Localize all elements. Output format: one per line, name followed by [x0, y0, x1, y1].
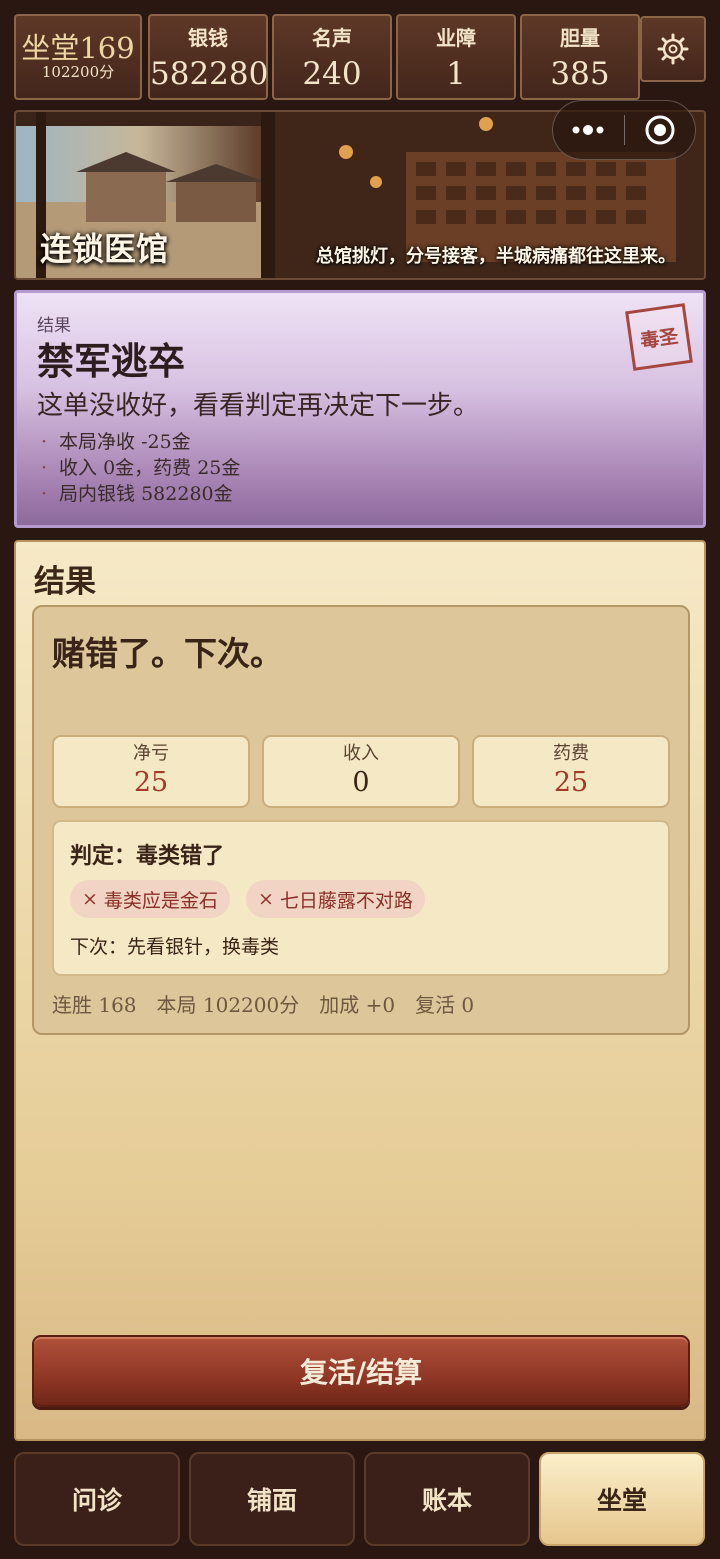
list-item: · 局内银钱 582280金	[41, 483, 233, 505]
metric-label: 收入	[343, 743, 379, 764]
result-bullets: · 本局净收 -25金 · 收入 0金，药费 25金 · 局内银钱 582280金	[41, 429, 240, 507]
bullet-text: 本局净收 -25金	[59, 431, 191, 453]
rank-score: 102200分	[41, 63, 115, 81]
chip-text: 七日藤露不对路	[279, 889, 413, 912]
result-quote: 赌错了。下次。	[52, 634, 283, 673]
gear-icon	[657, 33, 689, 65]
stat-label: 业障	[436, 26, 476, 50]
metric-medicine-cost: 药费 25	[472, 735, 670, 808]
metric-value: 0	[352, 767, 370, 798]
more-button[interactable]	[553, 100, 624, 160]
close-button[interactable]	[625, 100, 696, 160]
stat-label: 胆量	[560, 26, 600, 50]
verdict-box: 判定：毒类错了 × 毒类应是金石 × 七日藤露不对路 下次：先看银针，换毒类	[52, 820, 670, 976]
chip-text: 毒类应是金石	[103, 889, 218, 912]
list-item: · 本局净收 -25金	[41, 431, 191, 453]
stat-value: 240	[302, 56, 362, 92]
error-chip: × 七日藤露不对路	[246, 880, 425, 918]
stat-label: 名声	[312, 26, 352, 50]
panel-title: 结果	[34, 564, 96, 600]
error-chip: × 毒类应是金石	[70, 880, 230, 918]
verdict-title: 判定：毒类错了	[70, 843, 225, 869]
stat-silver: 银钱 582280	[148, 14, 268, 100]
cross-icon: ×	[258, 888, 274, 910]
miniprogram-capsule	[552, 100, 696, 160]
metric-label: 净亏	[133, 743, 169, 764]
metric-value: 25	[553, 767, 589, 798]
title-seal-stamp: 毒圣	[625, 303, 693, 371]
run-stats-footer: 连胜 168 本局 102200分 加成 +0 复活 0	[52, 993, 475, 1017]
banner-title: 连锁医馆	[40, 230, 169, 268]
next-advice: 下次：先看银针，换毒类	[70, 936, 280, 958]
tab-ledger[interactable]: 账本	[364, 1452, 530, 1546]
metric-value: 25	[133, 767, 169, 798]
tab-consult[interactable]: 问诊	[14, 1452, 180, 1546]
metric-label: 药费	[553, 743, 589, 764]
cross-icon: ×	[82, 888, 98, 910]
stat-value: 582280	[150, 56, 269, 92]
stat-label: 银钱	[188, 26, 228, 50]
result-summary-card: 结果 禁军逃卒 这单没收好，看看判定再决定下一步。 · 本局净收 -25金 · 收入…	[14, 290, 706, 528]
result-subtitle: 这单没收好，看看判定再决定下一步。	[37, 391, 480, 421]
tab-shopfront[interactable]: 铺面	[189, 1452, 355, 1546]
tab-clinic-seat[interactable]: 坐堂	[539, 1452, 705, 1546]
metric-income: 收入 0	[262, 735, 460, 808]
rank-panel: 坐堂169 102200分	[14, 14, 142, 100]
list-item: · 收入 0金，药费 25金	[41, 457, 241, 479]
rank-title: 坐堂169	[21, 31, 135, 65]
stat-courage: 胆量 385	[520, 14, 640, 100]
result-headline: 禁军逃卒	[37, 339, 185, 383]
stat-fame: 名声 240	[272, 14, 392, 100]
stat-karma: 业障 1	[396, 14, 516, 100]
banner-slogan: 总馆挑灯，分号接客，半城病痛都往这里来。	[316, 246, 676, 267]
revive-settle-button[interactable]: 复活/结算	[32, 1335, 690, 1407]
more-dots-icon	[572, 125, 604, 135]
target-close-icon	[645, 115, 675, 145]
settings-button[interactable]	[640, 16, 706, 82]
result-detail-box: 赌错了。下次。 净亏 25 收入 0 药费 25 判定：毒类错了 × 毒类应是金…	[32, 605, 690, 1035]
bullet-text: 收入 0金，药费 25金	[59, 457, 241, 479]
stat-value: 1	[446, 56, 466, 92]
result-panel: 结果 赌错了。下次。 净亏 25 收入 0 药费 25 判定：毒类错了 × 毒类…	[14, 540, 706, 1441]
bullet-text: 局内银钱 582280金	[59, 483, 233, 505]
stat-value: 385	[550, 56, 610, 92]
metric-net-loss: 净亏 25	[52, 735, 250, 808]
